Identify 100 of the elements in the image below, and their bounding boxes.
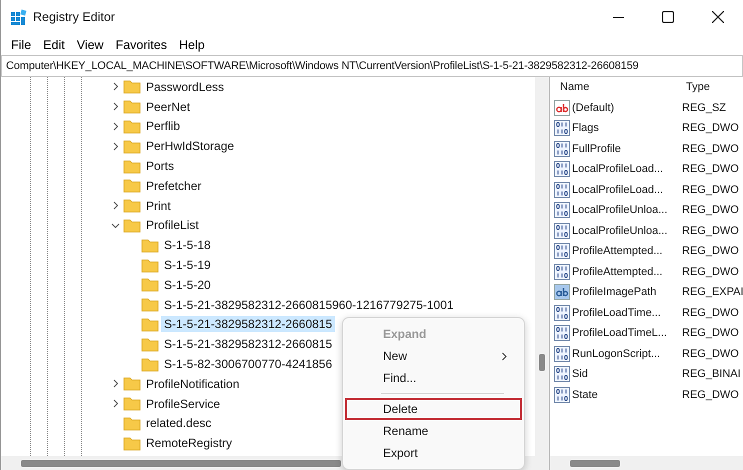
context-menu-item[interactable]: Delete <box>345 398 522 420</box>
folder-icon <box>123 158 141 174</box>
menu-item[interactable]: Edit <box>37 34 71 55</box>
folder-icon <box>123 138 141 154</box>
binary-value-icon <box>554 140 570 157</box>
tree-item[interactable]: S-1-5-20 <box>161 276 214 293</box>
tree-item[interactable]: ProfileService <box>143 396 224 412</box>
horizontal-scrollbar[interactable] <box>550 456 743 470</box>
value-name[interactable]: ProfileImagePath <box>572 286 656 298</box>
folder-icon <box>141 316 159 332</box>
tree-item[interactable]: PasswordLess <box>143 78 228 95</box>
string-value-icon <box>554 100 570 116</box>
value-name[interactable]: FullProfile <box>572 142 621 155</box>
tree-item[interactable]: Ports <box>143 158 178 174</box>
value-name[interactable]: State <box>572 388 598 401</box>
chevron-right-icon[interactable] <box>110 122 120 131</box>
folder-icon <box>141 297 159 312</box>
folder-icon <box>123 218 141 233</box>
binary-value-icon <box>554 243 570 260</box>
chevron-right-icon[interactable] <box>110 102 120 112</box>
value-name[interactable]: LocalProfileLoad... <box>572 163 664 176</box>
menu-item[interactable]: View <box>70 34 110 55</box>
value-name[interactable]: Sid <box>572 368 588 380</box>
binary-value-icon <box>554 325 570 342</box>
value-type: REG_BINAI <box>682 368 742 380</box>
chevron-right-icon[interactable] <box>110 142 120 151</box>
menu-item[interactable]: File <box>5 34 38 55</box>
folder-icon <box>123 79 141 94</box>
folder-icon <box>123 396 141 412</box>
column-header[interactable]: Name <box>554 81 686 94</box>
chevron-right-icon[interactable] <box>110 201 120 210</box>
folder-icon <box>123 436 141 451</box>
value-name[interactable]: RunLogonScript... <box>572 348 660 360</box>
tree-item[interactable]: S-1-5-82-3006700770-4241856 <box>161 356 336 372</box>
value-name[interactable]: LocalProfileUnloa... <box>572 224 668 237</box>
folder-icon <box>141 277 159 292</box>
binary-value-icon <box>554 161 570 178</box>
vertical-scrollbar[interactable] <box>535 77 549 456</box>
folder-icon <box>123 416 141 431</box>
registry-app-icon <box>11 9 27 25</box>
folder-icon <box>123 376 141 392</box>
context-menu-item[interactable]: Rename <box>345 420 522 442</box>
value-name[interactable]: ProfileAttempted... <box>572 266 662 278</box>
context-menu-item[interactable]: Find... <box>345 367 522 389</box>
value-type: REG_DWO <box>682 224 740 237</box>
value-type: REG_DWO <box>682 184 740 196</box>
tree-item[interactable]: S-1-5-21-3829582312-2660815 <box>161 336 336 352</box>
folder-icon <box>141 258 159 273</box>
value-type: REG_SZ <box>682 102 728 114</box>
context-menu-item[interactable]: New <box>345 345 522 367</box>
binary-value-icon <box>554 120 570 136</box>
chevron-right-icon[interactable] <box>110 82 120 92</box>
address-bar[interactable]: Computer\HKEY_LOCAL_MACHINE\SOFTWARE\Microsoft\Windows NT\CurrentVersion\ProfileList\S-1-5-21-3829582312-26608159 <box>1 55 743 77</box>
menu-item[interactable]: Help <box>172 34 211 55</box>
value-name[interactable]: ProfileAttempted... <box>572 245 662 258</box>
value-name[interactable]: Flags <box>572 122 599 134</box>
value-name[interactable]: ProfileLoadTimeL... <box>572 327 667 340</box>
tree-item[interactable]: Print <box>143 198 174 214</box>
folder-icon <box>123 198 141 214</box>
column-header[interactable]: Type <box>686 81 743 94</box>
value-name[interactable]: LocalProfileUnloa... <box>572 204 668 216</box>
folder-icon <box>123 99 141 114</box>
value-type: REG_DWO <box>682 122 740 134</box>
value-type: REG_DWO <box>682 245 740 258</box>
value-type: REG_DWO <box>682 348 740 360</box>
value-name[interactable]: ProfileLoadTime... <box>572 306 661 319</box>
menu-item[interactable]: Favorites <box>110 34 173 55</box>
folder-icon <box>123 118 141 134</box>
binary-value-icon <box>554 346 570 362</box>
binary-value-icon <box>554 202 570 218</box>
value-type: REG_DWO <box>682 388 740 401</box>
value-type: REG_EXPAI <box>682 286 743 298</box>
maximize-icon <box>662 11 674 23</box>
tree-item[interactable]: ProfileNotification <box>143 376 242 392</box>
tree-item[interactable]: Perflib <box>143 118 184 134</box>
tree-item[interactable]: S-1-5-21-3829582312-2660815 <box>161 316 336 332</box>
tree-item[interactable]: related.desc <box>143 415 214 432</box>
chevron-right-icon[interactable] <box>110 399 120 408</box>
folder-icon <box>141 356 159 372</box>
binary-value-icon <box>554 366 570 382</box>
chevron-right-icon[interactable] <box>110 379 120 388</box>
context-menu-item[interactable]: Export <box>345 442 522 464</box>
tree-item[interactable]: ProfileList <box>143 217 202 234</box>
binary-value-icon <box>554 222 570 239</box>
tree-item[interactable]: PeerNet <box>143 98 194 115</box>
binary-value-icon <box>554 182 570 198</box>
value-type: REG_DWO <box>682 327 740 340</box>
folder-icon <box>141 238 159 253</box>
folder-icon <box>123 178 141 194</box>
value-type: REG_DWO <box>682 306 740 319</box>
binary-value-icon <box>554 386 570 403</box>
chevron-down-icon[interactable] <box>110 220 120 230</box>
value-name[interactable]: (Default) <box>572 102 614 114</box>
tree-item[interactable]: S-1-5-19 <box>161 257 214 274</box>
value-name[interactable]: LocalProfileLoad... <box>572 184 664 196</box>
tree-item[interactable]: S-1-5-21-3829582312-2660815960-1216779275-1001 <box>161 296 457 313</box>
tree-item[interactable]: PerHwIdStorage <box>143 138 238 154</box>
tree-item[interactable]: Prefetcher <box>143 178 204 194</box>
tree-item[interactable]: RemoteRegistry <box>143 435 236 452</box>
tree-item[interactable]: S-1-5-18 <box>161 237 214 254</box>
